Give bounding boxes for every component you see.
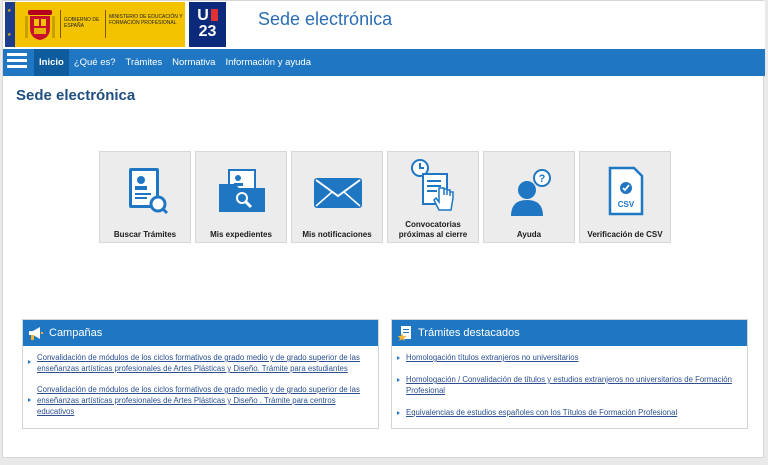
campanas-title: Campañas [49, 327, 103, 339]
page-title: Sede electrónica [16, 87, 136, 104]
megaphone-icon [29, 327, 43, 340]
svg-text:?: ? [539, 173, 546, 185]
tile-label: Convocatorias próximas al cierre [398, 220, 468, 239]
tile-label: Verificación de CSV [587, 230, 663, 239]
tile-mis-expedientes[interactable]: Mis expedientes [195, 151, 287, 243]
tile-label: Ayuda [516, 230, 542, 239]
campanas-header: Campañas [23, 320, 378, 346]
folder-search-icon [219, 169, 265, 212]
tile-mis-notificaciones[interactable]: Mis notificaciones [291, 151, 383, 243]
eu-flag-strip: ★ ★ [5, 2, 15, 47]
tile-label: Mis expedientes [210, 230, 272, 239]
coat-of-arms-icon [25, 10, 55, 40]
campanas-list: Convalidación de módulos de los ciclos f… [23, 346, 378, 417]
list-item: Convalidación de módulos de los ciclos f… [28, 384, 370, 417]
list-item: Homologación títulos extranjeros no univ… [397, 352, 739, 363]
tile-buscar-tramites[interactable]: Buscar Trámites [99, 151, 191, 243]
header: ★ ★ GOBIERNO DE ESPAÑA MINISTERIO DE EDUC… [3, 1, 765, 49]
logo-divider [105, 10, 106, 38]
eu-logo-accent [210, 9, 218, 21]
tramite-link[interactable]: Homologación / Convalidación de títulos … [406, 374, 739, 396]
government-logo[interactable]: ★ ★ GOBIERNO DE ESPAÑA MINISTERIO DE EDUC… [5, 2, 185, 47]
main-navigation: Inicio ¿Qué es? Trámites Normativa Infor… [3, 49, 765, 76]
star-document-icon [397, 326, 411, 341]
svg-text:CSV: CSV [618, 200, 635, 209]
logo-divider [60, 10, 61, 38]
government-text: GOBIERNO DE ESPAÑA [64, 17, 100, 29]
list-item: Homologación / Convalidación de títulos … [397, 374, 739, 396]
campana-link[interactable]: Convalidación de módulos de los ciclos f… [37, 352, 370, 374]
clock-document-icon [411, 159, 454, 211]
tile-label: Mis notificaciones [302, 230, 372, 239]
envelope-icon [314, 178, 362, 208]
tramites-destacados-panel: Trámites destacados Homologación títulos… [391, 319, 748, 429]
site-title[interactable]: Sede electrónica [258, 9, 392, 30]
tramite-link[interactable]: Equivalencias de estudios españoles con … [406, 407, 739, 418]
tramite-link[interactable]: Homologación títulos extranjeros no univ… [406, 352, 739, 363]
page-frame: ★ ★ GOBIERNO DE ESPAÑA MINISTERIO DE EDUC… [2, 0, 765, 458]
menu-icon[interactable] [7, 53, 27, 73]
search-document-icon [129, 168, 169, 215]
list-item: Equivalencias de estudios españoles con … [397, 407, 739, 418]
list-item: Convalidación de módulos de los ciclos f… [28, 352, 370, 374]
tramites-title: Trámites destacados [418, 327, 520, 339]
user-help-icon: ? [511, 169, 551, 216]
tramites-header: Trámites destacados [392, 320, 747, 346]
nav-item-inicio[interactable]: Inicio [34, 49, 69, 76]
nav-item-normativa[interactable]: Normativa [167, 49, 220, 76]
campanas-panel: Campañas Convalidación de módulos de los… [22, 319, 379, 429]
tile-ayuda[interactable]: ? Ayuda [483, 151, 575, 243]
nav-item-que-es[interactable]: ¿Qué es? [69, 49, 121, 76]
csv-document-icon: CSV [608, 166, 644, 216]
tile-label: Buscar Trámites [113, 230, 177, 239]
nav-item-informacion-ayuda[interactable]: Información y ayuda [220, 49, 316, 76]
ministry-text: MINISTERIO DE EDUCACIÓN Y FORMACIÓN PROF… [109, 14, 183, 26]
campana-link[interactable]: Convalidación de módulos de los ciclos f… [37, 384, 370, 417]
eu-presidency-logo[interactable]: U 23 [189, 2, 226, 47]
tile-verificacion-csv[interactable]: CSV Verificación de CSV [579, 151, 671, 243]
service-tiles: Buscar Trámites Mis expedientes Mis noti… [99, 151, 671, 243]
tramites-list: Homologación títulos extranjeros no univ… [392, 346, 747, 418]
nav-item-tramites[interactable]: Trámites [121, 49, 168, 76]
tile-convocatorias[interactable]: Convocatorias próximas al cierre [387, 151, 479, 243]
